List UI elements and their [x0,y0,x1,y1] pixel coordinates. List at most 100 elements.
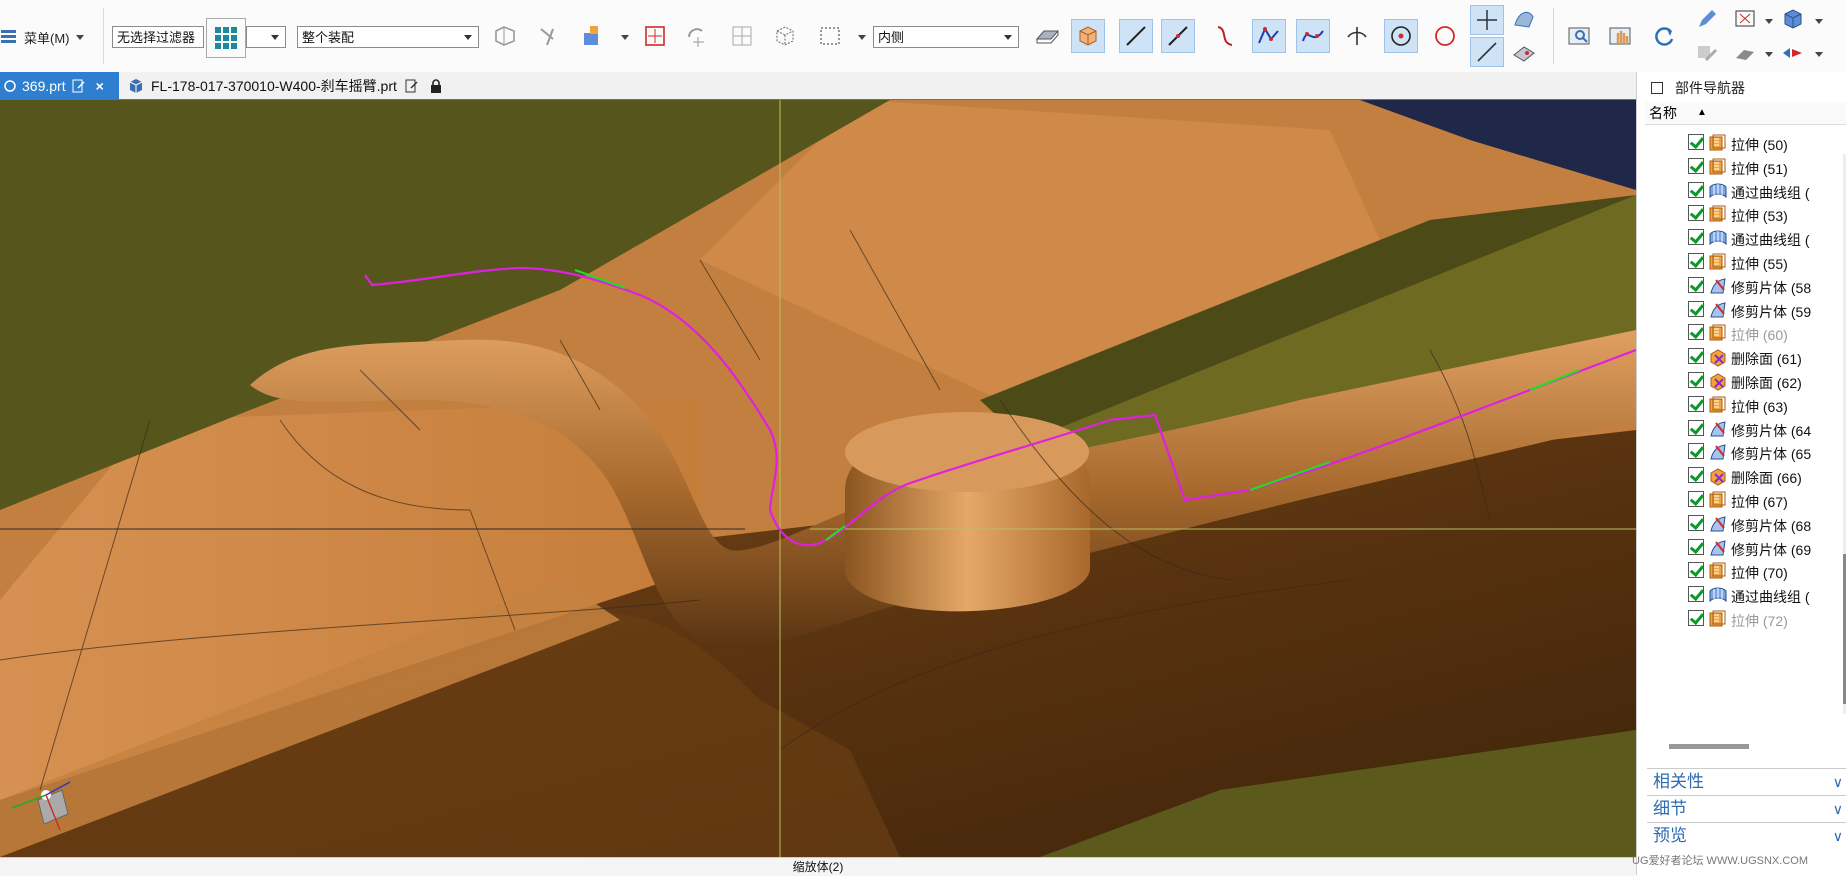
polyline-button[interactable] [1252,19,1286,53]
selection-filter-select[interactable]: 无选择过滤器 [112,26,204,48]
visibility-checkbox[interactable] [1688,443,1704,460]
document-edit-icon [72,79,85,92]
edit-object-button[interactable] [1690,4,1724,34]
side-select[interactable]: 内侧 [873,26,1019,48]
visibility-checkbox[interactable] [1688,491,1704,507]
rectangle-select-icon [820,27,840,45]
tab-brake-rocker-prt[interactable]: FL-178-017-370010-W400-刹车摇臂.prt [127,72,497,99]
chevron-down-icon: ∨ [1832,828,1843,844]
view-orient-button[interactable] [1776,4,1810,34]
rotate-button[interactable] [1647,19,1681,53]
quadrant-icon [1435,26,1455,46]
visibility-checkbox[interactable] [1688,419,1704,436]
visibility-checkbox[interactable] [1688,610,1704,626]
fit-view-button[interactable] [1562,19,1596,53]
select-feature-button[interactable] [533,19,567,53]
visibility-checkbox[interactable] [1688,324,1704,341]
pan-hand-icon [1609,27,1631,45]
type-filter-dropdown[interactable] [246,26,286,48]
watermark-text: UG爱好者论坛 WWW.UGSNX.COM [1632,855,1808,867]
render-style-button[interactable] [1776,38,1810,68]
visibility-checkbox[interactable] [1688,229,1704,246]
chevron-down-icon[interactable] [621,35,629,40]
visibility-checkbox[interactable] [1688,467,1704,484]
line-edge-button[interactable] [1119,19,1153,53]
curve-edge-button[interactable] [1208,19,1242,53]
spline-button[interactable] [1296,19,1330,53]
chevron-down-icon[interactable] [858,35,866,40]
arc-center-button[interactable] [1384,19,1418,53]
selection-filter-value: 无选择过滤器 [117,30,196,45]
close-icon[interactable]: × [96,78,104,94]
show-hidden-button[interactable] [768,19,802,53]
snap-midpoint-button[interactable] [725,19,759,53]
bounded-grid-button[interactable] [1507,37,1541,67]
through-curves-icon [1708,228,1728,248]
visibility-checkbox[interactable] [1688,181,1704,198]
line-point-button[interactable] [1470,37,1504,67]
visibility-checkbox[interactable] [1688,205,1704,222]
menu-button[interactable]: 菜单(M) [0,24,84,50]
snap-point-button[interactable] [638,19,672,53]
visibility-checkbox[interactable] [1688,253,1704,269]
box-select-button[interactable] [813,19,847,53]
document-edit-icon [405,79,418,92]
tree-node-label: 修剪片体 (65 [1731,446,1812,463]
visibility-checkbox[interactable] [1688,157,1704,174]
chevron-down-icon[interactable] [1815,19,1823,24]
assembly-scope-value: 整个装配 [302,30,355,45]
cube-wire-icon [776,26,794,46]
visibility-checkbox[interactable] [1688,134,1704,150]
surface-point-button[interactable] [1507,5,1541,35]
visibility-checkbox[interactable] [1688,514,1704,531]
part-navigator-panel: 部件导航器 名称 ▲ 拉伸 (50) 拉伸 (51) 通过曲线组 (拉伸 (53) 通… [1636,72,1846,875]
assembly-scope-select[interactable]: 整个装配 [297,26,479,48]
fit-window-button[interactable] [1728,4,1762,34]
quadrant-point-button[interactable] [1428,19,1462,53]
trim-sheet-icon [1708,538,1728,558]
section-preview[interactable]: 预览 ∨ [1647,822,1846,848]
solid-body-button[interactable] [1071,19,1105,53]
visibility-checkbox[interactable] [1688,300,1704,317]
graphics-window[interactable] [0,100,1636,857]
tab-369-prt[interactable]: 369.prt × [0,72,119,99]
edit-display-button[interactable] [1690,38,1724,68]
select-body-button[interactable] [576,19,610,53]
extrude-icon [1708,204,1728,224]
menu-icon [1,30,16,43]
visibility-checkbox[interactable] [1688,395,1704,412]
snap-arc-button[interactable] [680,19,714,53]
tree-node-label: 删除面 (62) [1731,375,1802,391]
shade-icon [1736,50,1754,60]
type-filter-button[interactable] [206,18,246,58]
crosshair-button[interactable] [1470,5,1504,35]
feature-tree: 拉伸 (50) 拉伸 (51) 通过曲线组 (拉伸 (53) 通过曲线组 (拉伸 (5… [1645,130,1831,790]
shade-button[interactable] [1728,38,1762,68]
chevron-down-icon[interactable] [1765,19,1773,24]
select-component-button[interactable] [488,19,522,53]
visibility-checkbox[interactable] [1688,348,1704,365]
visibility-checkbox[interactable] [1688,276,1704,293]
tree-node-label: 通过曲线组 ( [1731,184,1810,201]
section-dependencies[interactable]: 相关性 ∨ [1647,768,1846,794]
section-details[interactable]: 细节 ∨ [1647,795,1846,821]
face-button[interactable] [1030,19,1064,53]
visibility-checkbox[interactable] [1688,562,1704,579]
visibility-checkbox[interactable] [1688,538,1704,555]
horizontal-scrollbar[interactable] [1669,744,1749,749]
chevron-down-icon[interactable] [1765,52,1773,57]
visibility-checkbox[interactable] [1688,586,1704,603]
intersection-button[interactable] [1340,19,1374,53]
segment-edge-button[interactable] [1161,19,1195,53]
chevron-down-icon: ∨ [1832,774,1843,790]
pan-button[interactable] [1604,19,1638,53]
chevron-down-icon[interactable] [1815,52,1823,57]
tree-node[interactable]: 拉伸 (72) [1645,606,1831,634]
tree-node-label: 拉伸 (67) [1731,494,1788,510]
name-column-header[interactable]: 名称 ▲ [1645,102,1846,125]
visibility-checkbox[interactable] [1688,372,1704,388]
pin-checkbox[interactable] [1651,82,1663,94]
tab-label: FL-178-017-370010-W400-刹车摇臂.prt [151,77,397,94]
through-curves-icon [1708,585,1728,605]
column-header-label: 名称 [1649,105,1677,121]
